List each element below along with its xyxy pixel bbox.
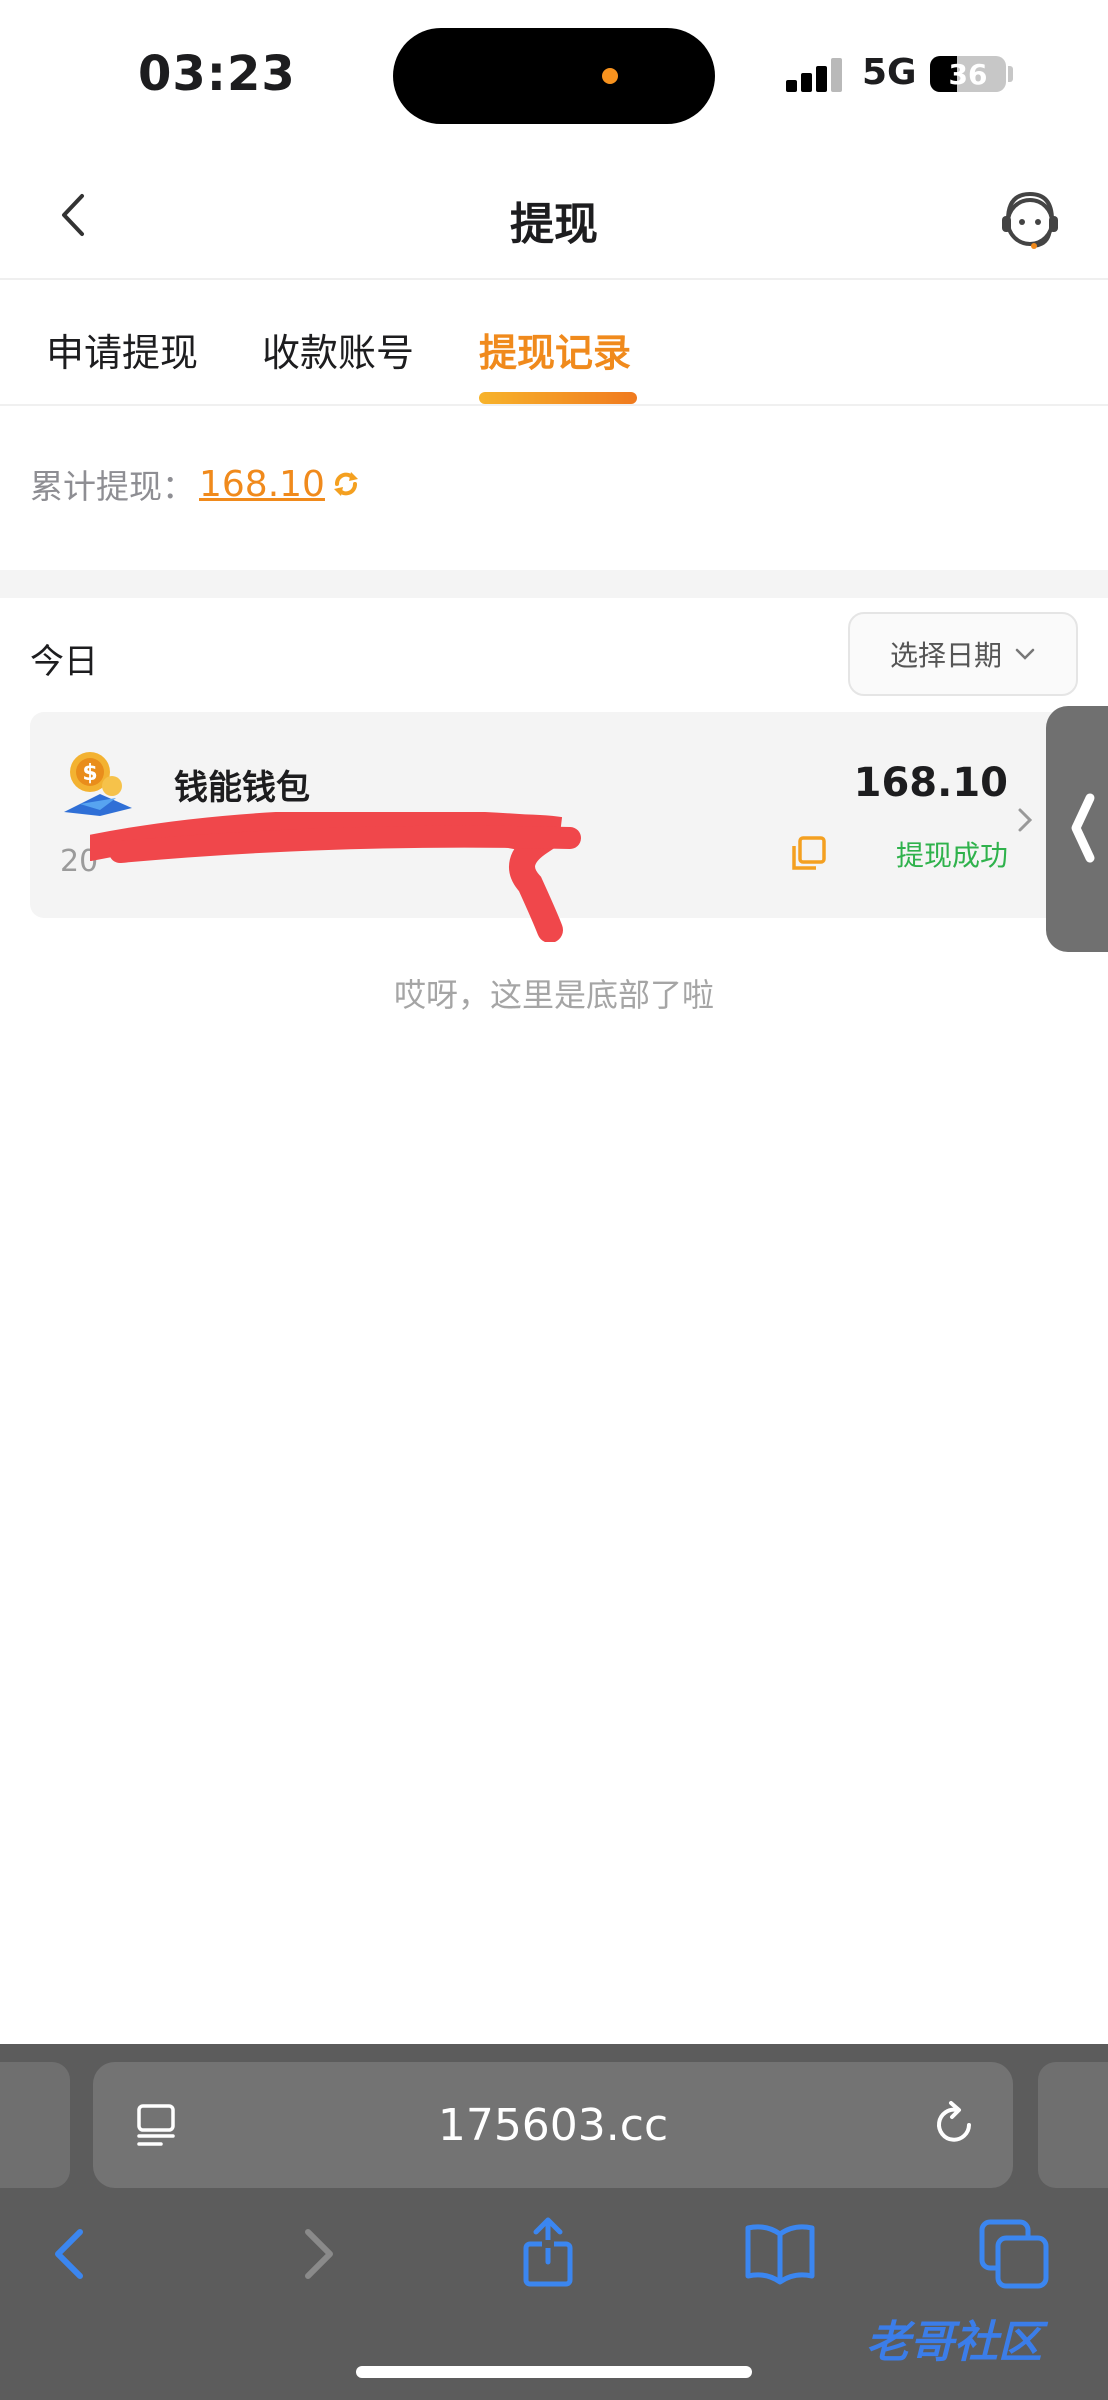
previous-tab-preview[interactable] (0, 2062, 70, 2188)
total-withdrawal-value: 168.10 (199, 463, 325, 505)
tab-bar: 申请提现 收款账号 提现记录 (0, 282, 1108, 406)
cellular-signal-icon (786, 58, 842, 92)
wallet-name: 钱能钱包 (174, 768, 310, 808)
refresh-icon[interactable] (329, 467, 363, 501)
page-title: 提现 (510, 199, 598, 250)
status-bar: 03:23 5G 36 (0, 0, 1108, 150)
chevron-right-icon (1018, 808, 1033, 832)
date-picker-button[interactable]: 选择日期 (848, 612, 1078, 696)
customer-service-button[interactable] (992, 182, 1068, 258)
chevron-left-icon (1071, 793, 1095, 863)
url-text: 175603.cc (437, 2100, 669, 2151)
bookmarks-icon[interactable] (742, 2216, 818, 2292)
tab-apply-withdraw[interactable]: 申请提现 (46, 322, 198, 377)
reload-icon[interactable] (927, 2098, 981, 2152)
copy-icon[interactable] (788, 834, 828, 874)
section-divider (0, 570, 1108, 598)
active-tab-indicator (479, 392, 637, 404)
browser-back-icon[interactable] (34, 2216, 110, 2292)
share-icon[interactable] (510, 2216, 586, 2292)
record-time: 20 (60, 844, 99, 879)
redaction-scribble (90, 812, 581, 942)
tab-receiving-account[interactable]: 收款账号 (262, 322, 414, 377)
total-withdrawal-label: 累计提现： (30, 467, 195, 506)
next-tab-preview[interactable] (1038, 2062, 1108, 2188)
browser-toolbar: 175603.cc 老哥社区 (0, 2044, 1108, 2400)
floating-side-handle[interactable] (1046, 706, 1108, 952)
nav-header: 提现 (0, 150, 1108, 280)
network-type: 5G (862, 52, 917, 93)
end-of-list-note: 哎呀，这里是底部了啦 (393, 976, 714, 1014)
tab-withdraw-records[interactable]: 提现记录 (479, 322, 631, 377)
home-indicator (356, 2366, 752, 2378)
total-withdrawal-row: 累计提现： 168.10 (30, 460, 363, 508)
withdraw-record-card[interactable]: $ 钱能钱包 20 168.10 提现成功 (30, 712, 1090, 942)
browser-forward-icon (305, 2229, 333, 2279)
address-bar[interactable]: 175603.cc (93, 2062, 1013, 2188)
battery-nub (1008, 66, 1013, 82)
chevron-down-icon (1015, 648, 1035, 660)
headset-agent-icon (1002, 191, 1058, 249)
dynamic-island (393, 28, 715, 124)
privacy-indicator-dot (602, 68, 618, 84)
battery-icon: 36 (930, 56, 1006, 92)
status-time: 03:23 (138, 46, 296, 102)
record-amount: 168.10 (853, 760, 1008, 806)
wallet-logo-icon: $ (64, 752, 132, 816)
battery-percent: 36 (948, 58, 988, 91)
date-picker-label: 选择日期 (889, 639, 1002, 672)
svg-text:$: $ (82, 761, 97, 786)
day-group-label: 今日 (30, 642, 98, 682)
tabs-overview-icon[interactable] (976, 2216, 1052, 2292)
record-status: 提现成功 (895, 839, 1008, 872)
watermark-logo: 老哥社区 (866, 2317, 1042, 2368)
